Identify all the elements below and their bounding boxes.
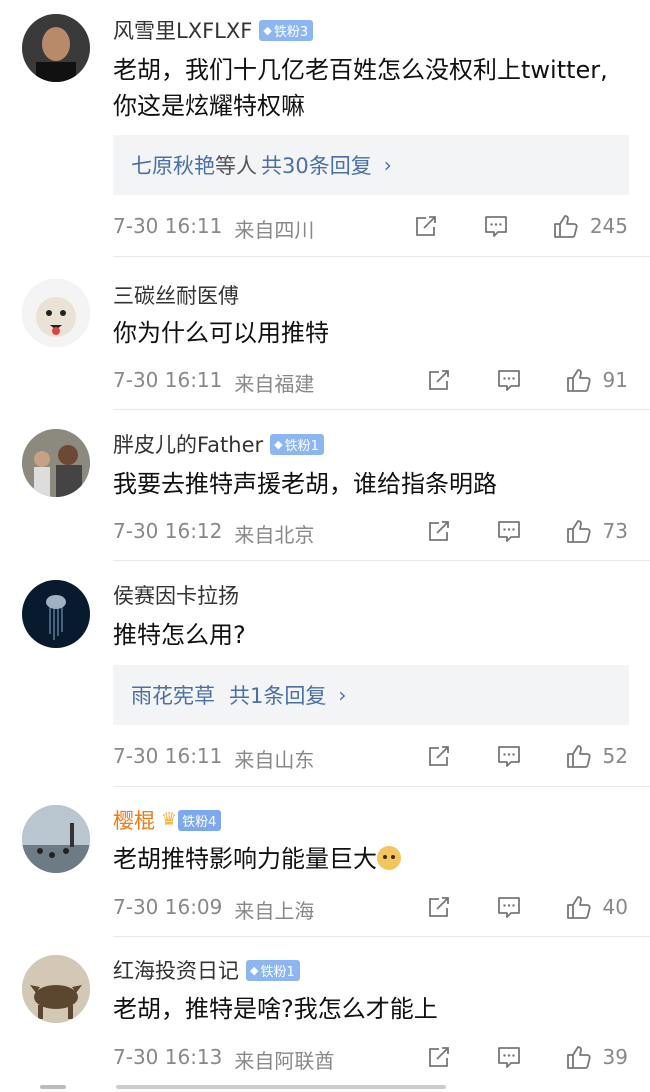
comment-icon[interactable] bbox=[495, 742, 523, 770]
timestamp: 7-30 16:11 bbox=[113, 744, 223, 768]
comment-text: 推特怎么用? bbox=[113, 621, 246, 649]
reply-preview[interactable]: 雨花宪草 共1条回复 › bbox=[113, 665, 629, 725]
comment-icon[interactable] bbox=[495, 1043, 523, 1071]
like-icon bbox=[565, 893, 593, 921]
avatar[interactable] bbox=[22, 805, 90, 873]
partial-avatar bbox=[40, 1085, 66, 1089]
fan-badge: ◆ 铁粉3 bbox=[259, 19, 314, 41]
reply-names: 雨花宪草 bbox=[131, 684, 215, 708]
username[interactable]: 樱棍 bbox=[113, 805, 155, 835]
location: 来自北京 bbox=[234, 523, 315, 547]
comment-meta: 7-30 16:11 来自四川 bbox=[113, 214, 314, 243]
comment-text: 你为什么可以用推特 bbox=[113, 319, 329, 347]
fan-badge: ◆ 铁粉1 bbox=[246, 959, 300, 981]
chevron-right-icon: › bbox=[338, 683, 347, 707]
like-count: 91 bbox=[602, 368, 628, 392]
comment-text: 老胡，推特是啥?我怎么才能上 bbox=[113, 995, 438, 1023]
location: 来自福建 bbox=[234, 372, 315, 396]
comment-text: 我要去推特声援老胡，谁给指条明路 bbox=[113, 470, 497, 498]
like-icon bbox=[565, 366, 593, 394]
like-count: 245 bbox=[589, 214, 628, 238]
reply-names: 七原秋艳 bbox=[131, 154, 215, 178]
share-icon[interactable] bbox=[425, 366, 453, 394]
like-button[interactable]: 91 bbox=[565, 366, 628, 394]
avatar[interactable] bbox=[22, 580, 90, 648]
chevron-right-icon: › bbox=[383, 153, 392, 177]
comment-text: 老胡，我们十几亿老百姓怎么没权利上twitter,你这是炫耀特权嘛 bbox=[113, 56, 608, 120]
location: 来自阿联酋 bbox=[234, 1049, 335, 1073]
comment-text: 老胡推特影响力能量巨大 bbox=[113, 841, 626, 877]
username[interactable]: 胖皮儿的Father bbox=[113, 429, 263, 459]
like-count: 52 bbox=[602, 744, 628, 768]
username[interactable]: 三碳丝耐医傅 bbox=[113, 280, 239, 310]
timestamp: 7-30 16:09 bbox=[113, 895, 223, 919]
like-button[interactable]: 52 bbox=[565, 742, 628, 770]
doge-emoji-icon bbox=[377, 846, 401, 870]
comment-meta: 7-30 16:11 来自山东 bbox=[113, 744, 314, 773]
location: 来自山东 bbox=[234, 748, 315, 772]
timestamp: 7-30 16:11 bbox=[113, 214, 223, 238]
share-icon[interactable] bbox=[425, 742, 453, 770]
comment-list: 风雪里LXFLXF ◆ 铁粉3 老胡，我们十几亿老百姓怎么没权利上twitter,… bbox=[0, 0, 650, 1092]
username[interactable]: 红海投资日记 bbox=[113, 955, 239, 985]
comment-icon[interactable] bbox=[482, 212, 510, 240]
fan-badge: 铁粉4 bbox=[178, 809, 222, 831]
like-count: 40 bbox=[602, 895, 628, 919]
avatar[interactable] bbox=[22, 429, 90, 497]
divider bbox=[113, 409, 650, 410]
avatar[interactable] bbox=[22, 279, 90, 347]
reply-middle: 等人 bbox=[215, 154, 257, 178]
like-icon bbox=[552, 212, 580, 240]
like-count: 39 bbox=[602, 1045, 628, 1069]
like-button[interactable]: 40 bbox=[565, 893, 628, 921]
like-button[interactable]: 245 bbox=[552, 212, 628, 240]
diamond-icon: ◆ bbox=[274, 437, 283, 451]
next-comment-partial bbox=[0, 1082, 650, 1092]
divider bbox=[113, 936, 650, 937]
username[interactable]: 风雪里LXFLXF bbox=[113, 15, 252, 45]
timestamp: 7-30 16:12 bbox=[113, 519, 223, 543]
divider bbox=[113, 256, 650, 257]
avatar[interactable] bbox=[22, 14, 90, 82]
location: 来自四川 bbox=[234, 218, 315, 242]
share-icon[interactable] bbox=[425, 517, 453, 545]
like-icon bbox=[565, 1043, 593, 1071]
share-icon[interactable] bbox=[425, 893, 453, 921]
username[interactable]: 侯赛因卡拉扬 bbox=[113, 580, 239, 610]
comment-meta: 7-30 16:11 来自福建 bbox=[113, 368, 314, 397]
comment-meta: 7-30 16:09 来自上海 bbox=[113, 895, 314, 924]
like-icon bbox=[565, 742, 593, 770]
avatar[interactable] bbox=[22, 955, 90, 1023]
like-icon bbox=[565, 517, 593, 545]
comment-meta: 7-30 16:12 来自北京 bbox=[113, 519, 314, 548]
crown-icon: ♛ bbox=[161, 809, 178, 830]
comment-icon[interactable] bbox=[495, 366, 523, 394]
comment-icon[interactable] bbox=[495, 517, 523, 545]
divider bbox=[113, 560, 650, 561]
reply-count: 共1条回复 bbox=[229, 684, 327, 708]
timestamp: 7-30 16:13 bbox=[113, 1045, 223, 1069]
diamond-icon: ◆ bbox=[250, 963, 259, 977]
divider bbox=[113, 786, 650, 787]
diamond-icon: ◆ bbox=[263, 23, 272, 37]
partial-username bbox=[116, 1085, 446, 1089]
reply-preview[interactable]: 七原秋艳 等人 共30条回复 › bbox=[113, 135, 629, 195]
reply-count: 共30条回复 bbox=[261, 154, 372, 178]
like-count: 73 bbox=[602, 519, 628, 543]
like-button[interactable]: 73 bbox=[565, 517, 628, 545]
fan-badge: ◆ 铁粉1 bbox=[270, 433, 324, 455]
timestamp: 7-30 16:11 bbox=[113, 368, 223, 392]
comment-icon[interactable] bbox=[495, 893, 523, 921]
share-icon[interactable] bbox=[412, 212, 440, 240]
like-button[interactable]: 39 bbox=[565, 1043, 628, 1071]
comment-meta: 7-30 16:13 来自阿联酋 bbox=[113, 1045, 334, 1074]
share-icon[interactable] bbox=[425, 1043, 453, 1071]
location: 来自上海 bbox=[234, 899, 315, 923]
